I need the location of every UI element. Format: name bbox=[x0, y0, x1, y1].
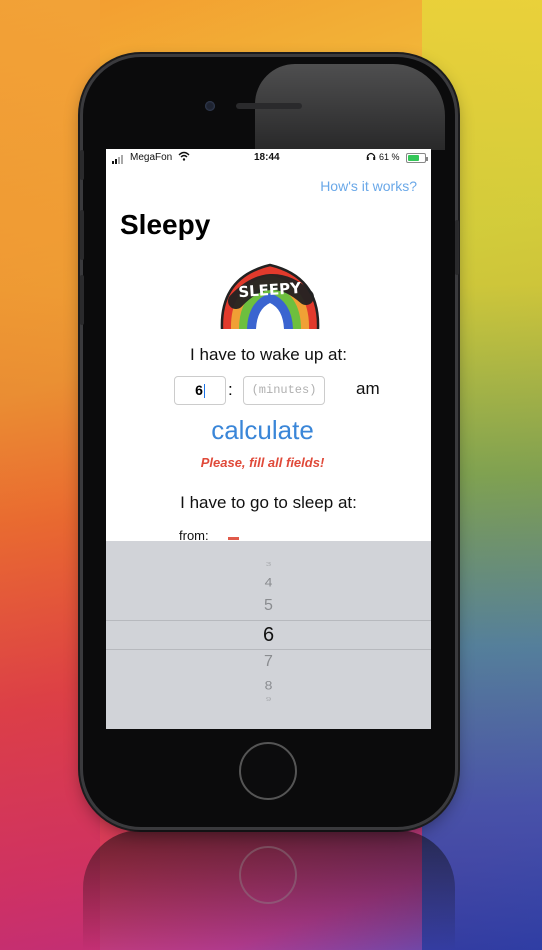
picker-item[interactable]: 8 bbox=[106, 678, 431, 692]
hour-value: 6 bbox=[195, 382, 203, 398]
front-camera bbox=[205, 101, 215, 111]
volume-up-button bbox=[80, 210, 84, 260]
text-caret bbox=[203, 384, 205, 399]
picker-item[interactable]: 7 bbox=[106, 653, 431, 671]
page-title: Sleepy bbox=[120, 209, 211, 240]
wake-up-label: I have to wake up at: bbox=[190, 345, 347, 364]
wifi-icon bbox=[178, 151, 190, 164]
hour-input[interactable]: 6 bbox=[174, 376, 226, 405]
warning-message: Please, fill all fields! bbox=[200, 455, 325, 470]
earpiece-speaker bbox=[236, 103, 302, 109]
volume-down-button bbox=[80, 275, 84, 325]
status-bar: MegaFon 18:44 61 % bbox=[106, 149, 431, 169]
status-time: 18:44 bbox=[254, 152, 280, 163]
headphones-icon bbox=[366, 151, 376, 164]
how-it-works-link[interactable]: How's it works? bbox=[320, 178, 417, 194]
home-button-reflection bbox=[239, 846, 297, 904]
time-separator: : bbox=[228, 380, 233, 399]
power-button bbox=[455, 220, 459, 275]
picker-item[interactable]: 3 bbox=[106, 561, 431, 567]
sleep-label: I have to go to sleep at: bbox=[180, 493, 357, 512]
from-value-dash bbox=[228, 537, 239, 540]
battery-icon bbox=[406, 153, 428, 163]
mute-switch bbox=[80, 150, 84, 180]
minutes-input[interactable]: (minutes) bbox=[243, 376, 325, 405]
picker-item[interactable]: 4 bbox=[106, 575, 431, 589]
carrier-name: MegaFon bbox=[130, 152, 173, 163]
home-button[interactable] bbox=[239, 742, 297, 800]
picker-item-selected[interactable]: 6 bbox=[106, 624, 431, 647]
am-pm-toggle[interactable]: am bbox=[356, 379, 380, 399]
rainbow-logo-icon: SLEEPY bbox=[218, 257, 322, 338]
signal-icon bbox=[112, 155, 123, 164]
app-screen: MegaFon 18:44 61 % How's it works? Sleep… bbox=[106, 149, 431, 729]
battery-percent: 61 % bbox=[379, 152, 400, 162]
picker-item[interactable]: 9 bbox=[106, 697, 431, 703]
calculate-button[interactable]: calculate bbox=[106, 415, 419, 446]
hour-picker-wheel[interactable]: 3 4 5 6 7 8 9 bbox=[106, 541, 431, 729]
picker-item[interactable]: 5 bbox=[106, 597, 431, 615]
